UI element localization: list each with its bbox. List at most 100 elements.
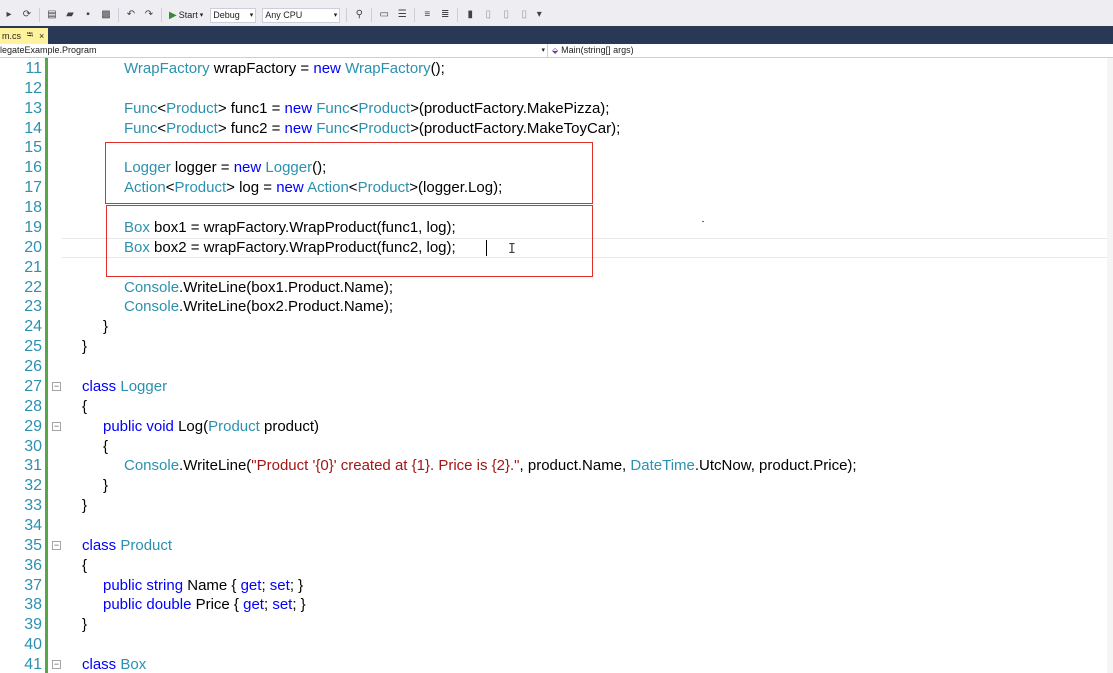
code-token: Product (358, 119, 411, 137)
collapse-outline-icon[interactable]: − (52, 381, 61, 391)
close-icon[interactable]: × (39, 31, 44, 41)
line-number: 28 (24, 397, 42, 415)
find-icon[interactable]: ⚲ (352, 8, 366, 22)
code-editor[interactable]: 11 WrapFactory wrapFactory = new WrapFact… (0, 58, 1113, 673)
code-line: 13 Func<Product> func1 = new Func<Product… (0, 99, 1107, 119)
line-number: 29 (24, 417, 42, 435)
line-number: 23 (24, 298, 42, 316)
member-dropdown-value: Main(string[] args) (561, 45, 634, 55)
code-line: 41− class Box (0, 655, 1107, 673)
start-label: Start (178, 10, 198, 20)
code-text: } (103, 317, 108, 337)
clear-bookmarks-icon[interactable]: ▯ (517, 8, 531, 22)
open-file-icon[interactable]: ▰ (63, 8, 77, 22)
code-token: Func (124, 119, 158, 137)
next-bookmark-icon[interactable]: ▯ (499, 8, 513, 22)
tab-program-cs[interactable]: m.cs ⭾ × (0, 28, 48, 44)
code-line: 31 Console.WriteLine("Product '{0}' creat… (0, 456, 1107, 476)
code-line: 30 { (0, 437, 1107, 457)
collapse-icon[interactable]: ▭ (377, 8, 391, 22)
line-number: 41 (24, 656, 42, 673)
chevron-down-icon: ▾ (249, 11, 254, 19)
save-icon[interactable]: ▪ (81, 8, 95, 22)
comment-icon[interactable]: ≡ (420, 8, 434, 22)
code-line: 27− class Logger (0, 377, 1107, 397)
toolbar-separator (371, 8, 373, 22)
new-project-icon[interactable]: ▤ (45, 8, 59, 22)
code-token: public (103, 576, 143, 594)
chevron-down-icon: ▾ (333, 11, 338, 19)
code-token: .WriteLine( (179, 457, 252, 475)
line-number: 16 (24, 159, 42, 177)
code-line: 36 { (0, 556, 1107, 576)
undo-icon[interactable]: ↶ (124, 8, 138, 22)
line-number: 32 (24, 477, 42, 495)
line-number: 36 (24, 556, 42, 574)
code-text: public void Log(Product product) (103, 417, 319, 437)
navigate-forward-icon[interactable]: ⟳ (20, 8, 34, 22)
start-debugging-button[interactable]: ▶ Start ▾ (169, 10, 203, 21)
code-text: Func<Product> func1 = new Func<Product>(… (124, 99, 609, 119)
code-token: } (103, 477, 109, 495)
member-dropdown[interactable]: ⬙ Main(string[] args) (552, 44, 634, 57)
code-token: < (157, 119, 167, 137)
code-token: void (146, 417, 174, 435)
save-all-icon[interactable]: ▩ (99, 8, 113, 22)
chevron-down-icon: ▾ (541, 47, 545, 54)
line-number: 34 (24, 517, 42, 534)
highlight-box-logger (105, 142, 593, 204)
line-number: 26 (24, 358, 42, 376)
redo-icon[interactable]: ↷ (142, 8, 156, 22)
code-token: public (103, 596, 143, 614)
code-token: .UtcNow, product.Price); (694, 457, 857, 475)
code-line: 40 (0, 635, 1107, 655)
code-token: wrapFactory = (209, 60, 314, 77)
code-token: new (284, 119, 313, 137)
vertical-scrollbar[interactable] (1107, 58, 1113, 673)
previous-bookmark-icon[interactable]: ▯ (481, 8, 495, 22)
indent-icon[interactable]: ☰ (395, 8, 409, 22)
code-token: { (103, 437, 109, 455)
code-text: public double Price { get; set; } (103, 595, 306, 615)
code-line: 22 Console.WriteLine(box1.Product.Name); (0, 278, 1107, 298)
code-token: < (157, 99, 167, 117)
chevron-down-icon[interactable]: ▾ (200, 11, 204, 19)
line-number: 21 (24, 258, 42, 276)
code-token: } (82, 616, 88, 634)
pin-icon[interactable]: ⭾ (27, 29, 33, 43)
code-line: 14 Func<Product> func2 = new Func<Product… (0, 119, 1107, 139)
configuration-dropdown[interactable]: Debug ▾ (210, 7, 257, 23)
code-token: Product (120, 536, 173, 554)
configuration-value: Debug (213, 9, 240, 20)
collapse-outline-icon[interactable]: − (52, 540, 61, 550)
code-line: 23 Console.WriteLine(box2.Product.Name); (0, 297, 1107, 317)
code-token: Console (124, 278, 180, 296)
code-token: ; } (289, 576, 304, 594)
navigate-back-icon[interactable]: ▸ (2, 8, 16, 22)
code-token: } (82, 497, 88, 515)
platform-dropdown[interactable]: Any CPU ▾ (262, 7, 341, 23)
code-token: public (103, 417, 143, 435)
code-token: product) (259, 417, 320, 435)
code-line: 12 (0, 79, 1107, 99)
line-number: 24 (24, 318, 42, 336)
bookmark-icon[interactable]: ▮ (463, 8, 477, 22)
code-text: Func<Product> func2 = new Func<Product>(… (124, 119, 620, 139)
line-number: 39 (24, 616, 42, 634)
toolbar-separator (414, 8, 416, 22)
code-token: string (146, 576, 184, 594)
code-token: class (82, 536, 117, 554)
uncomment-icon[interactable]: ≣ (438, 8, 452, 22)
code-token: class (82, 377, 117, 395)
code-text: public string Name { get; set; } (103, 576, 303, 596)
code-token: > func2 = (217, 119, 285, 137)
line-number: 14 (24, 119, 42, 137)
tab-label: m.cs (2, 31, 21, 41)
collapse-outline-icon[interactable]: − (52, 660, 61, 670)
collapse-outline-icon[interactable]: − (52, 421, 61, 431)
code-token: >(productFactory.MakePizza); (410, 99, 610, 117)
type-dropdown[interactable]: legateExample.Program ▾ (0, 44, 548, 57)
line-number: 18 (24, 199, 42, 217)
code-token: Console (124, 298, 180, 316)
toolbar-overflow-icon[interactable]: ▾ (535, 8, 543, 22)
